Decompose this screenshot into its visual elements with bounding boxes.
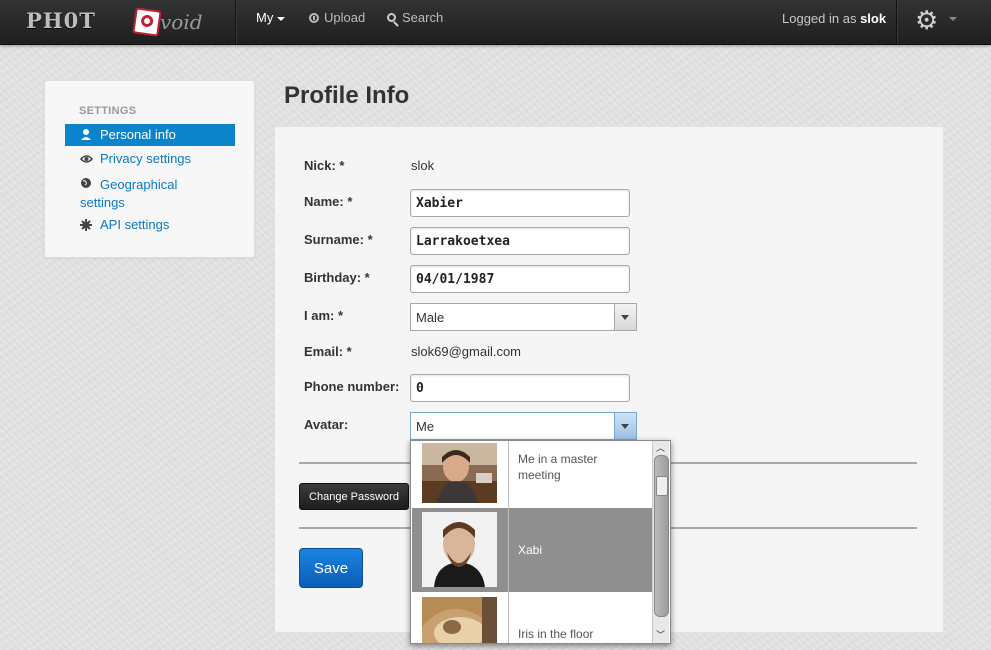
top-navbar: PH0T void My Upload Search Logged in as … [0, 0, 991, 45]
email-label: Email: * [304, 344, 352, 359]
brand-logo-mark [132, 7, 162, 37]
gear-icon[interactable]: ⚙ [915, 7, 938, 33]
phone-input[interactable] [410, 374, 630, 402]
sidebar-item-geographical-settings[interactable]: Geographical settings [65, 174, 235, 218]
avatar-thumbnail [412, 508, 509, 592]
my-menu-label: My [256, 10, 274, 25]
chevron-down-icon[interactable] [949, 17, 957, 21]
birthday-input[interactable] [410, 265, 630, 293]
my-menu[interactable]: My [256, 0, 286, 44]
brand-logo[interactable]: PH0T void [26, 6, 206, 37]
surname-input[interactable] [410, 227, 630, 255]
nav-divider [235, 0, 237, 44]
sidebar-header: SETTINGS [79, 105, 137, 117]
sidebar-item-api-settings[interactable]: API settings [65, 214, 235, 236]
chevron-down-icon[interactable] [614, 304, 636, 330]
avatar-dropdown-list: Me in a master meeting Xabi Iris in the [410, 440, 671, 644]
phone-label: Phone number: [304, 379, 400, 394]
dropdown-scrollbar[interactable]: ︿ ﹀ [652, 441, 669, 643]
search-link[interactable]: Search [387, 0, 443, 44]
scrollbar-thumb[interactable] [656, 476, 668, 496]
scrollbar-track[interactable] [654, 455, 669, 617]
avatar-select-value: Me [416, 419, 435, 434]
eye-icon [79, 148, 94, 170]
sidebar-item-label: Geographical settings [80, 177, 178, 210]
gender-select-value: Male [416, 310, 445, 325]
brand-logo-text: PH0T [26, 8, 96, 33]
info-circle-icon [309, 13, 319, 23]
avatar-option-caption: Xabi [518, 543, 543, 557]
sidebar-item-label: Personal info [100, 127, 176, 142]
surname-label: Surname: * [304, 232, 373, 247]
sidebar-item-personal-info[interactable]: Personal info [65, 124, 235, 146]
settings-sidebar: SETTINGS Personal info Privacy settings … [44, 80, 255, 258]
nav-divider [896, 0, 898, 44]
change-password-button[interactable]: Change Password [299, 483, 409, 510]
upload-label: Upload [324, 10, 366, 25]
avatar-thumbnail [412, 592, 509, 643]
scroll-up-icon[interactable]: ︿ [656, 443, 665, 453]
gender-select[interactable]: Male [410, 303, 637, 331]
name-input[interactable] [410, 189, 630, 217]
logged-in-username: slok [860, 11, 887, 26]
user-icon [80, 124, 92, 146]
sidebar-item-label: Privacy settings [100, 151, 192, 166]
save-button[interactable]: Save [299, 548, 363, 588]
sidebar-item-label: API settings [100, 217, 170, 232]
scroll-down-icon[interactable]: ﹀ [656, 630, 665, 640]
avatar-option[interactable]: Xabi [412, 508, 652, 593]
avatar-label: Avatar: [304, 417, 349, 432]
chevron-down-icon [277, 16, 286, 21]
page-title: Profile Info [284, 82, 410, 109]
brand-logo-suffix: void [160, 10, 203, 34]
cog-icon [80, 214, 92, 236]
chevron-down-icon[interactable] [614, 413, 636, 439]
name-label: Name: * [304, 194, 353, 209]
email-value: slok69@gmail.com [411, 344, 522, 359]
nick-label: Nick: * [304, 158, 345, 173]
sidebar-item-privacy-settings[interactable]: Privacy settings [65, 148, 235, 170]
search-icon [387, 13, 396, 22]
logged-in-status: Logged in as slok [782, 0, 886, 38]
avatar-option[interactable]: Iris in the floor [412, 592, 652, 643]
avatar-option-caption: Iris in the floor [518, 627, 594, 641]
birthday-label: Birthday: * [304, 270, 370, 285]
search-label: Search [402, 10, 444, 25]
gender-label: I am: * [304, 308, 344, 323]
avatar-option-caption: Me in a master meeting [518, 452, 598, 482]
avatar-select[interactable]: Me [410, 412, 637, 440]
nick-value: slok [411, 158, 435, 173]
upload-link[interactable]: Upload [309, 0, 365, 44]
logged-in-prefix: Logged in as [782, 11, 857, 26]
